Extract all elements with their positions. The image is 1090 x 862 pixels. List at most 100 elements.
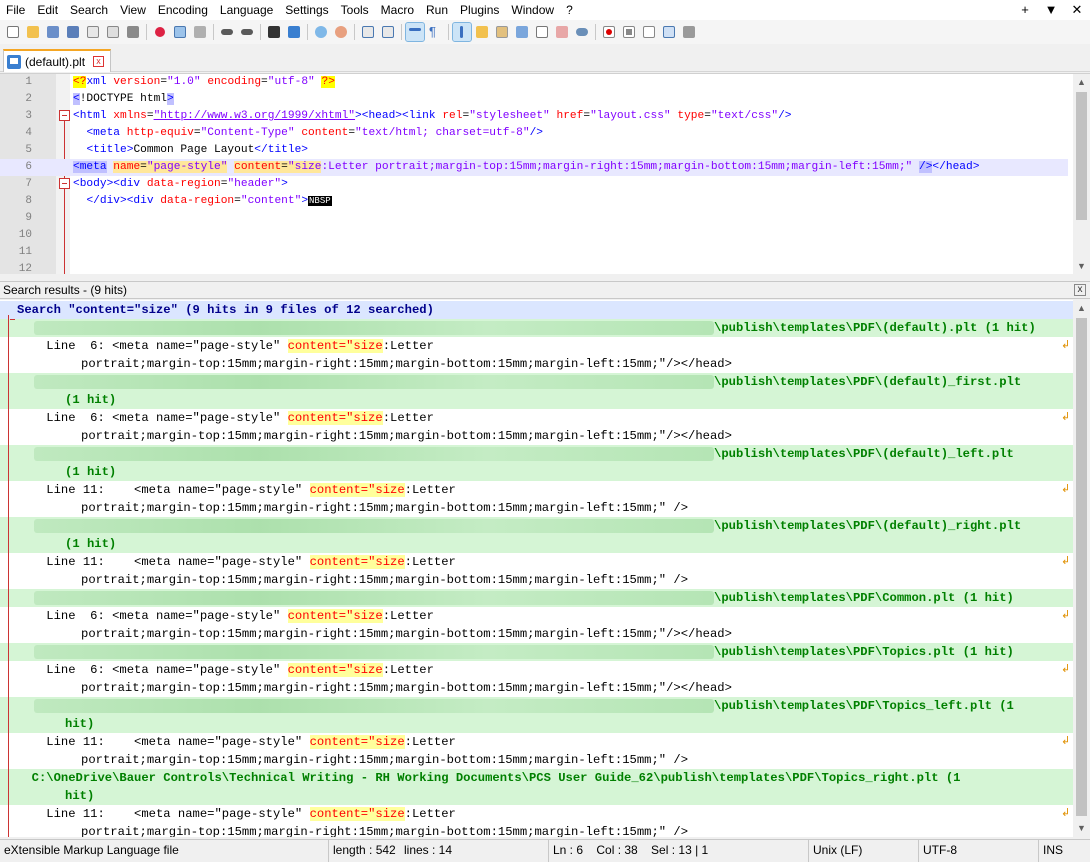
result-hit-row[interactable]: Line 11: <meta name="page-style" content… [0,805,1073,823]
result-file-row[interactable]: \publish\templates\PDF\(default)_first.p… [0,373,1073,391]
result-file-row[interactable]: C:\OneDrive\Bauer Controls\Technical Wri… [0,769,1073,787]
scroll-up-icon[interactable]: ▲ [1073,74,1090,91]
show-all-chars-icon[interactable]: ¶ [426,23,444,41]
result-file-row[interactable]: \publish\templates\PDF\(default)_right.p… [0,517,1073,535]
save-all-icon[interactable] [64,23,82,41]
open-file-icon[interactable] [24,23,42,41]
scroll-down-icon[interactable]: ▼ [1073,258,1090,274]
stop-record-icon[interactable] [620,23,638,41]
result-hit-row[interactable]: Line 6: <meta name="page-style" content=… [0,409,1073,427]
copy-icon[interactable] [171,23,189,41]
sync-vertical-icon[interactable] [359,23,377,41]
result-file-row[interactable]: \publish\templates\PDF\Common.plt (1 hit… [0,589,1073,607]
result-file-row[interactable]: (1 hit) [0,535,1073,553]
tab-list-icon[interactable]: ▼ [1038,0,1064,20]
result-file-row[interactable]: (1 hit) [0,463,1073,481]
menu-settings[interactable]: Settings [279,0,334,20]
code-line: 11 [0,244,1068,261]
play-macro-icon[interactable] [640,23,658,41]
menu-edit[interactable]: Edit [31,0,64,20]
folder-icon[interactable] [553,23,571,41]
result-hit-row[interactable]: Line 6: <meta name="page-style" content=… [0,607,1073,625]
menu-window[interactable]: Window [505,0,560,20]
paste-icon[interactable] [191,23,209,41]
line-number: 12 [18,263,32,274]
editor-scrollbar[interactable]: ▲ ▼ [1073,74,1090,274]
doc-map-icon[interactable] [473,23,491,41]
result-hit-row[interactable]: Line 11: <meta name="page-style" content… [0,481,1073,499]
menu-view[interactable]: View [114,0,152,20]
wrap-indicator-icon: ↲ [1061,735,1071,747]
search-header[interactable]: Search "content="size" (9 hits in 9 file… [0,301,1073,319]
replace-icon[interactable] [285,23,303,41]
indent-guide-icon[interactable] [452,22,472,42]
close-doc-icon[interactable]: ✕ [1064,0,1090,20]
result-file-row[interactable]: hit) [0,715,1073,733]
result-file-row[interactable]: hit) [0,787,1073,805]
doc-list-icon[interactable] [533,23,551,41]
result-file-row[interactable]: \publish\templates\PDF\(default).plt (1 … [0,319,1073,337]
hit-match: content="size [309,735,405,749]
monitor-eye-icon[interactable] [573,23,591,41]
search-results-panel[interactable]: Search "content="size" (9 hits in 9 file… [0,300,1090,837]
new-file-icon[interactable] [4,23,22,41]
scroll-down-icon[interactable]: ▼ [1073,820,1090,837]
code-editor[interactable]: 1 <?xml version="1.0" encoding="utf-8" ?… [0,73,1090,274]
result-file-row[interactable]: (1 hit) [0,391,1073,409]
run-macro-multiple-icon[interactable] [660,23,678,41]
menu-search[interactable]: Search [64,0,114,20]
menu-run[interactable]: Run [420,0,454,20]
result-file-row[interactable]: \publish\templates\PDF\Topics.plt (1 hit… [0,643,1073,661]
code-line: 5 <title>Common Page Layout</title> [0,142,1068,159]
folder-as-workspace-icon[interactable] [513,23,531,41]
find-icon[interactable] [265,23,283,41]
result-hit-continuation: portrait;margin-top:15mm;margin-right:15… [81,681,732,695]
zoom-out-icon[interactable] [332,23,350,41]
redacted-path [34,591,714,605]
result-hit-row[interactable]: Line 11: <meta name="page-style" content… [0,733,1073,751]
menu-file[interactable]: File [0,0,31,20]
wrap-indicator-icon: ↲ [1061,663,1071,675]
scroll-thumb[interactable] [1076,92,1087,220]
menu-language[interactable]: Language [214,0,279,20]
redacted-path [34,519,714,533]
undo-icon[interactable] [218,23,236,41]
redacted-path [34,321,714,335]
line-number: 8 [25,195,32,207]
new-tab-icon[interactable]: + [1012,0,1038,20]
redacted-path [34,645,714,659]
close-panel-icon[interactable]: x [1074,284,1086,296]
sync-horizontal-icon[interactable] [379,23,397,41]
tab-close-icon[interactable]: x [93,56,105,67]
record-macro-icon[interactable] [600,23,618,41]
scroll-thumb[interactable] [1076,318,1087,816]
function-list-icon[interactable] [493,23,511,41]
menu-help[interactable]: ? [560,0,579,20]
close-icon[interactable] [84,23,102,41]
word-wrap-icon[interactable] [405,22,425,42]
scroll-up-icon[interactable]: ▲ [1073,300,1090,317]
menu-encoding[interactable]: Encoding [152,0,214,20]
menu-macro[interactable]: Macro [375,0,420,20]
tab-default-plt[interactable]: (default).plt x [3,49,111,72]
result-file-path: C:\OneDrive\Bauer Controls\Technical Wri… [17,771,961,785]
close-all-icon[interactable] [104,23,122,41]
hit-suffix: :Letter [404,555,456,569]
result-file-path: (1 hit) [65,465,117,479]
save-macro-icon[interactable] [680,23,698,41]
hit-match: content="size [287,339,383,353]
result-hit-row[interactable]: Line 11: <meta name="page-style" content… [0,553,1073,571]
zoom-in-icon[interactable] [312,23,330,41]
results-scrollbar[interactable]: ▲ ▼ [1073,300,1090,837]
menu-plugins[interactable]: Plugins [454,0,505,20]
code-line-current: 6 <meta name="page-style" content="size:… [0,159,1068,176]
cut-icon[interactable] [151,23,169,41]
result-hit-row[interactable]: Line 6: <meta name="page-style" content=… [0,661,1073,679]
save-icon[interactable] [44,23,62,41]
menu-tools[interactable]: Tools [335,0,375,20]
result-file-row[interactable]: \publish\templates\PDF\Topics_left.plt (… [0,697,1073,715]
print-icon[interactable] [124,23,142,41]
redo-icon[interactable] [238,23,256,41]
result-hit-row[interactable]: Line 6: <meta name="page-style" content=… [0,337,1073,355]
result-file-row[interactable]: \publish\templates\PDF\(default)_left.pl… [0,445,1073,463]
